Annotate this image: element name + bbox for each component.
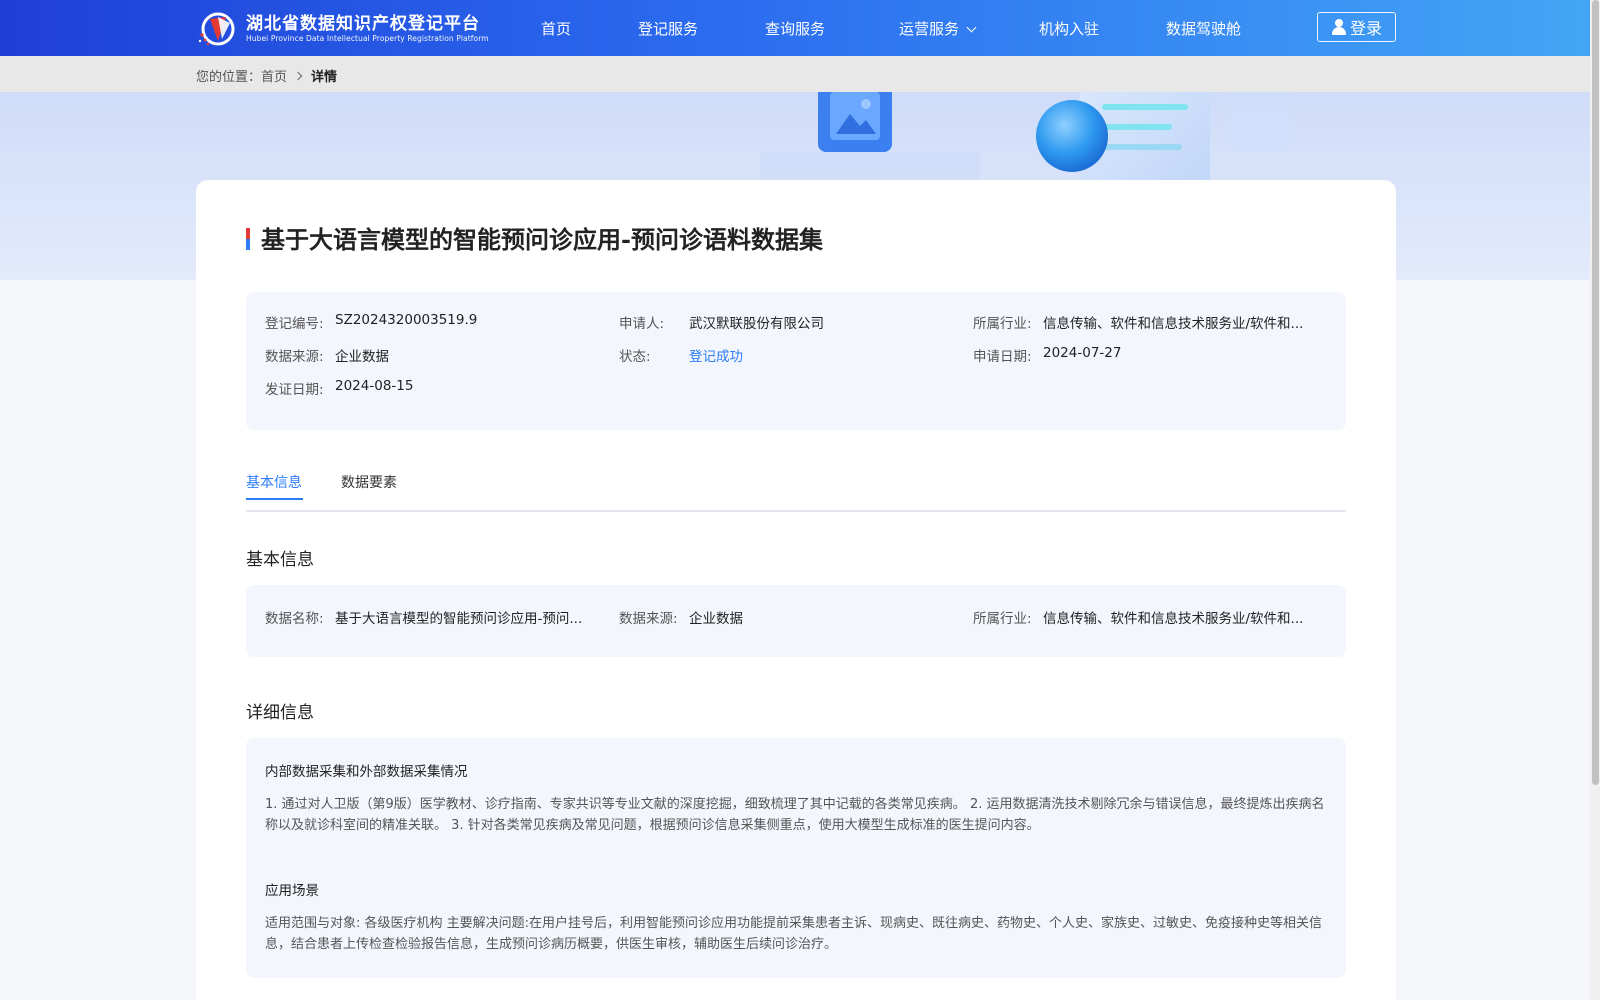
summary-label: 登记编号:: [265, 316, 324, 332]
breadcrumb: 您的位置： 首页 详情: [196, 66, 337, 85]
summary-issue-date: 发证日期: 2024-08-15: [265, 378, 595, 398]
logo-title-en: Hubei Province Data Intellectual Propert…: [246, 34, 489, 43]
summary-value: 企业数据: [335, 349, 389, 365]
tab-basic-info[interactable]: 基本信息: [246, 472, 302, 492]
data-collection-body: 1. 通过对人卫版（第9版）医学教材、诊疗指南、专家共识等专业文献的深度挖掘，细…: [265, 797, 1325, 833]
platform-logo[interactable]: 湖北省数据知识产权登记平台 Hubei Province Data Intell…: [196, 11, 489, 47]
application-scenario-title: 应用场景: [265, 883, 319, 899]
logo-emblem-icon: [196, 11, 242, 47]
summary-label: 所属行业:: [973, 316, 1032, 332]
user-icon: [1331, 19, 1347, 35]
field-label: 数据名称:: [265, 611, 324, 627]
field-value: 基于大语言模型的智能预问诊应用-预问...: [335, 611, 583, 627]
top-header: 湖北省数据知识产权登记平台 Hubei Province Data Intell…: [0, 0, 1600, 56]
nav-data-cockpit[interactable]: 数据驾驶舱: [1166, 18, 1241, 39]
nav-query-service[interactable]: 查询服务: [765, 18, 825, 39]
summary-reg-number: 登记编号: SZ2024320003519.9: [265, 312, 595, 332]
title-accent-mark: [246, 228, 250, 250]
summary-label: 申请人:: [619, 316, 665, 332]
application-scenario-body: 适用范围与对象: 各级医疗机构 主要解决问题:在用户挂号后，利用智能预问诊应用功…: [265, 916, 1323, 952]
summary-label: 发证日期:: [265, 382, 324, 398]
field-label: 数据来源:: [619, 611, 678, 627]
chevron-right-icon: [293, 71, 303, 80]
breadcrumb-bar: 您的位置： 首页 详情: [0, 56, 1600, 92]
scrollbar-thumb[interactable]: [1592, 0, 1599, 785]
nav-registration-service[interactable]: 登记服务: [638, 18, 698, 39]
summary-value: SZ2024320003519.9: [335, 312, 478, 328]
detail-info-heading: 详细信息: [246, 703, 314, 723]
summary-label: 状态:: [619, 349, 651, 365]
basic-info-panel: 数据名称: 基于大语言模型的智能预问诊应用-预问... 数据来源: 企业数据 所…: [246, 585, 1346, 657]
basic-info-heading: 基本信息: [246, 550, 314, 570]
page-title: 基于大语言模型的智能预问诊应用-预问诊语料数据集: [261, 225, 823, 254]
nav-home[interactable]: 首页: [541, 18, 571, 39]
nav-operation-service[interactable]: 运营服务: [899, 18, 977, 39]
field-value: 企业数据: [689, 611, 743, 627]
summary-status: 状态: 登记成功: [619, 345, 949, 365]
summary-value: 2024-08-15: [335, 378, 414, 394]
active-tab-indicator: [246, 498, 303, 500]
breadcrumb-current: 详情: [311, 70, 338, 85]
summary-label: 申请日期:: [973, 349, 1032, 365]
basic-data-name: 数据名称: 基于大语言模型的智能预问诊应用-预问...: [265, 607, 595, 627]
breadcrumb-prefix: 您的位置：: [196, 70, 262, 85]
summary-data-source: 数据来源: 企业数据: [265, 345, 595, 365]
nav-operation-label: 运营服务: [899, 20, 960, 38]
nav-institution-join[interactable]: 机构入驻: [1039, 18, 1099, 39]
status-badge: 登记成功: [689, 349, 743, 365]
breadcrumb-home-link[interactable]: 首页: [261, 66, 287, 85]
tab-bar: [246, 470, 1346, 512]
login-label: 登录: [1349, 19, 1382, 38]
basic-data-source: 数据来源: 企业数据: [619, 607, 949, 627]
field-value: 信息传输、软件和信息技术服务业/软件和...: [1043, 611, 1304, 627]
summary-industry: 所属行业: 信息传输、软件和信息技术服务业/软件和...: [973, 312, 1327, 332]
summary-label: 数据来源:: [265, 349, 324, 365]
logo-title-cn: 湖北省数据知识产权登记平台: [246, 14, 480, 34]
basic-industry: 所属行业: 信息传输、软件和信息技术服务业/软件和...: [973, 607, 1327, 627]
summary-apply-date: 申请日期: 2024-07-27: [973, 345, 1327, 365]
field-label: 所属行业:: [973, 611, 1032, 627]
summary-value: 信息传输、软件和信息技术服务业/软件和...: [1043, 316, 1304, 332]
tab-data-elements[interactable]: 数据要素: [341, 472, 397, 492]
summary-applicant: 申请人: 武汉默联股份有限公司: [619, 312, 949, 332]
summary-panel: 登记编号: SZ2024320003519.9 申请人: 武汉默联股份有限公司 …: [246, 292, 1346, 430]
login-button[interactable]: 登录: [1317, 12, 1396, 42]
chevron-down-icon: [966, 22, 977, 33]
data-collection-title: 内部数据采集和外部数据采集情况: [265, 764, 468, 780]
summary-value: 2024-07-27: [1043, 345, 1122, 361]
summary-value: 武汉默联股份有限公司: [689, 316, 824, 332]
detail-card: 基于大语言模型的智能预问诊应用-预问诊语料数据集 登记编号: SZ2024320…: [196, 180, 1396, 1000]
